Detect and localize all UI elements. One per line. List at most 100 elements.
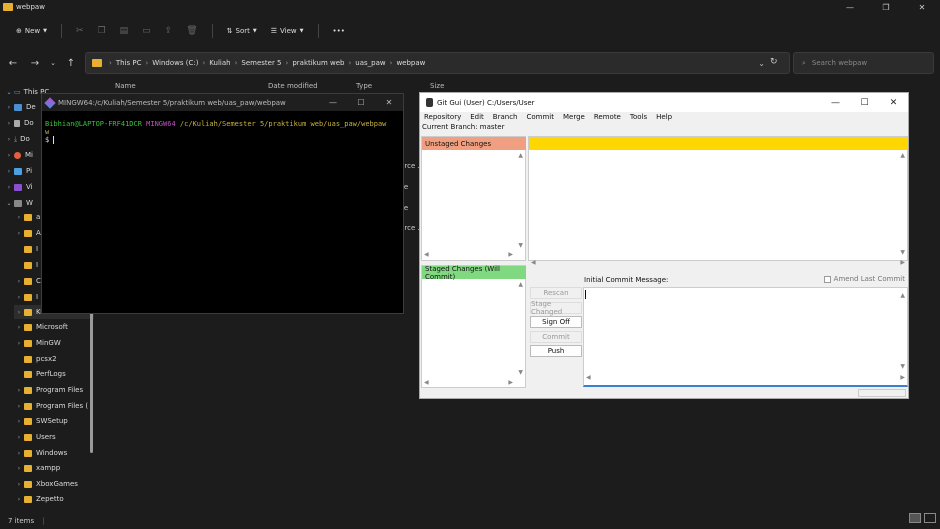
sort-button[interactable]: ⇅ Sort ▼ [221, 25, 263, 37]
menu-remote[interactable]: Remote [594, 113, 621, 123]
nav-folder[interactable]: › SWSetup [14, 414, 68, 428]
minimize-button[interactable]: — [319, 94, 347, 111]
scroll-down-icon[interactable]: ▼ [900, 249, 905, 256]
scroll-left-icon[interactable]: ◀ [586, 374, 591, 381]
nav-item-pictures[interactable]: › Pi [4, 164, 32, 178]
nav-item-videos[interactable]: › Vi [4, 180, 33, 194]
cut-button[interactable]: ✂ [70, 24, 90, 38]
new-button[interactable]: ⊕ New ▼ [10, 25, 53, 37]
nav-folder[interactable]: › Zepetto [14, 492, 64, 506]
copy-button[interactable]: ❐ [92, 24, 112, 38]
menu-merge[interactable]: Merge [563, 113, 585, 123]
terminal-prompt[interactable]: Bibhian@LAPTOP-FRF41DCR MINGW64 /c/Kulia… [45, 120, 386, 128]
maximize-button[interactable]: ☐ [850, 93, 879, 112]
search-box[interactable]: ⌕ Search webpaw [793, 52, 934, 74]
paste-button[interactable]: ▤ [114, 24, 135, 38]
nav-folder[interactable]: › XboxGames [14, 477, 78, 491]
rename-button[interactable]: ▭ [136, 24, 157, 38]
nav-folder[interactable]: › MinGW [14, 336, 61, 350]
nav-item-windows-drive[interactable]: ⌄ W [4, 196, 32, 210]
scroll-left-icon[interactable]: ◀ [424, 379, 429, 386]
breadcrumb-item[interactable]: Windows (C:) [152, 59, 198, 67]
close-button[interactable]: ✕ [879, 93, 908, 112]
nav-folder[interactable]: › Microsoft [14, 320, 68, 334]
back-arrow-icon[interactable]: ← [3, 58, 23, 69]
more-options-button[interactable]: ••• [327, 25, 351, 37]
staged-changes-panel[interactable]: Staged Changes (Will Commit) ▲ ▼ ◀ ▶ [421, 265, 526, 388]
refresh-icon[interactable]: ↻ [770, 57, 778, 67]
nav-folder[interactable]: I [14, 242, 38, 256]
nav-item-music[interactable]: › Mi [4, 148, 33, 162]
nav-folder[interactable]: › Program Files [14, 383, 83, 397]
commit-button[interactable]: Commit [530, 331, 582, 343]
share-button[interactable]: ⇪ [159, 24, 179, 38]
amend-last-commit-checkbox[interactable]: Amend Last Commit [823, 275, 905, 283]
nav-folder[interactable]: › a [14, 210, 41, 224]
delete-button[interactable]: 🗑 [180, 24, 203, 38]
scroll-right-icon[interactable]: ▶ [508, 251, 513, 258]
music-icon [14, 151, 21, 159]
breadcrumb-item[interactable]: This PC [116, 59, 142, 67]
scroll-down-icon[interactable]: ▼ [518, 242, 523, 249]
scroll-up-icon[interactable]: ▲ [518, 152, 523, 159]
scroll-up-icon[interactable]: ▲ [900, 292, 905, 299]
nav-folder[interactable]: › Users [14, 430, 56, 444]
breadcrumb-item[interactable]: webpaw [396, 59, 425, 67]
menu-commit[interactable]: Commit [527, 113, 555, 123]
maximize-button[interactable]: ☐ [347, 94, 375, 111]
scroll-up-icon[interactable]: ▲ [518, 281, 523, 288]
unstaged-changes-panel[interactable]: Unstaged Changes ▲ ▼ ◀ ▶ [421, 136, 526, 261]
minimize-button[interactable]: — [821, 93, 850, 112]
menu-edit[interactable]: Edit [470, 113, 484, 123]
breadcrumb-item[interactable]: Kuliah [209, 59, 230, 67]
nav-folder[interactable]: › Windows [14, 446, 67, 460]
push-button[interactable]: Push [530, 345, 582, 357]
expand-arrow-icon: › [7, 135, 11, 143]
scroll-right-icon[interactable]: ▶ [508, 379, 513, 386]
details-view-icon[interactable] [909, 513, 921, 523]
tiles-view-icon[interactable] [924, 513, 936, 523]
close-button[interactable]: ✕ [375, 94, 403, 111]
up-arrow-icon[interactable]: ↑ [61, 58, 81, 69]
breadcrumb-item[interactable]: uas_paw [355, 59, 385, 67]
nav-item-desktop[interactable]: › De [4, 100, 36, 114]
recent-chevron-icon[interactable]: ⌄ [43, 59, 63, 67]
nav-folder[interactable]: pcsx2 [14, 352, 57, 366]
menu-tools[interactable]: Tools [630, 113, 647, 123]
stage-changed-button[interactable]: Stage Changed [530, 300, 582, 316]
scroll-right-icon[interactable]: ▶ [900, 374, 905, 381]
scroll-left-icon[interactable]: ◀ [424, 251, 429, 258]
nav-folder[interactable]: › C [14, 274, 41, 288]
close-button[interactable]: ✕ [904, 0, 940, 14]
menu-help[interactable]: Help [656, 113, 672, 123]
nav-scrollbar[interactable] [90, 310, 93, 453]
sign-off-button[interactable]: Sign Off [530, 316, 582, 328]
nav-item-downloads[interactable]: › ⤓ Do [4, 132, 30, 146]
nav-folder[interactable]: › Program Files ( [14, 399, 88, 413]
menu-repository[interactable]: Repository [424, 113, 461, 123]
commit-message-input[interactable]: ▲ ▼ ◀ ▶ [583, 287, 908, 387]
view-button[interactable]: ☰ View ▼ [265, 25, 310, 37]
scroll-down-icon[interactable]: ▼ [900, 363, 905, 370]
scroll-up-icon[interactable]: ▲ [900, 152, 905, 159]
prompt-symbol[interactable]: $ [45, 136, 55, 144]
nav-folder[interactable]: › A [14, 226, 41, 240]
menu-branch[interactable]: Branch [493, 113, 518, 123]
breadcrumb-item[interactable]: praktikum web [292, 59, 344, 67]
rescan-button[interactable]: Rescan [530, 287, 582, 299]
forward-arrow-icon[interactable]: → [25, 58, 45, 69]
maximize-button[interactable]: ❐ [868, 0, 904, 14]
address-bar[interactable]: › This PC › Windows (C:) › Kuliah › Semeste… [85, 52, 790, 74]
nav-folder[interactable]: › I [14, 290, 38, 304]
diff-viewer-panel[interactable]: ▲ ▼ ◀ ▶ [528, 136, 908, 266]
nav-folder[interactable]: › xampp [14, 461, 60, 475]
nav-folder[interactable]: PerfLogs [14, 367, 66, 381]
scroll-right-icon[interactable]: ▶ [900, 259, 905, 266]
scroll-down-icon[interactable]: ▼ [518, 369, 523, 376]
address-dropdown-icon[interactable]: ⌄ [758, 59, 765, 68]
nav-item-documents[interactable]: › Do [4, 116, 34, 130]
nav-folder[interactable]: I [14, 258, 38, 272]
minimize-button[interactable]: — [832, 0, 868, 14]
breadcrumb-item[interactable]: Semester 5 [241, 59, 281, 67]
scroll-left-icon[interactable]: ◀ [531, 259, 536, 266]
